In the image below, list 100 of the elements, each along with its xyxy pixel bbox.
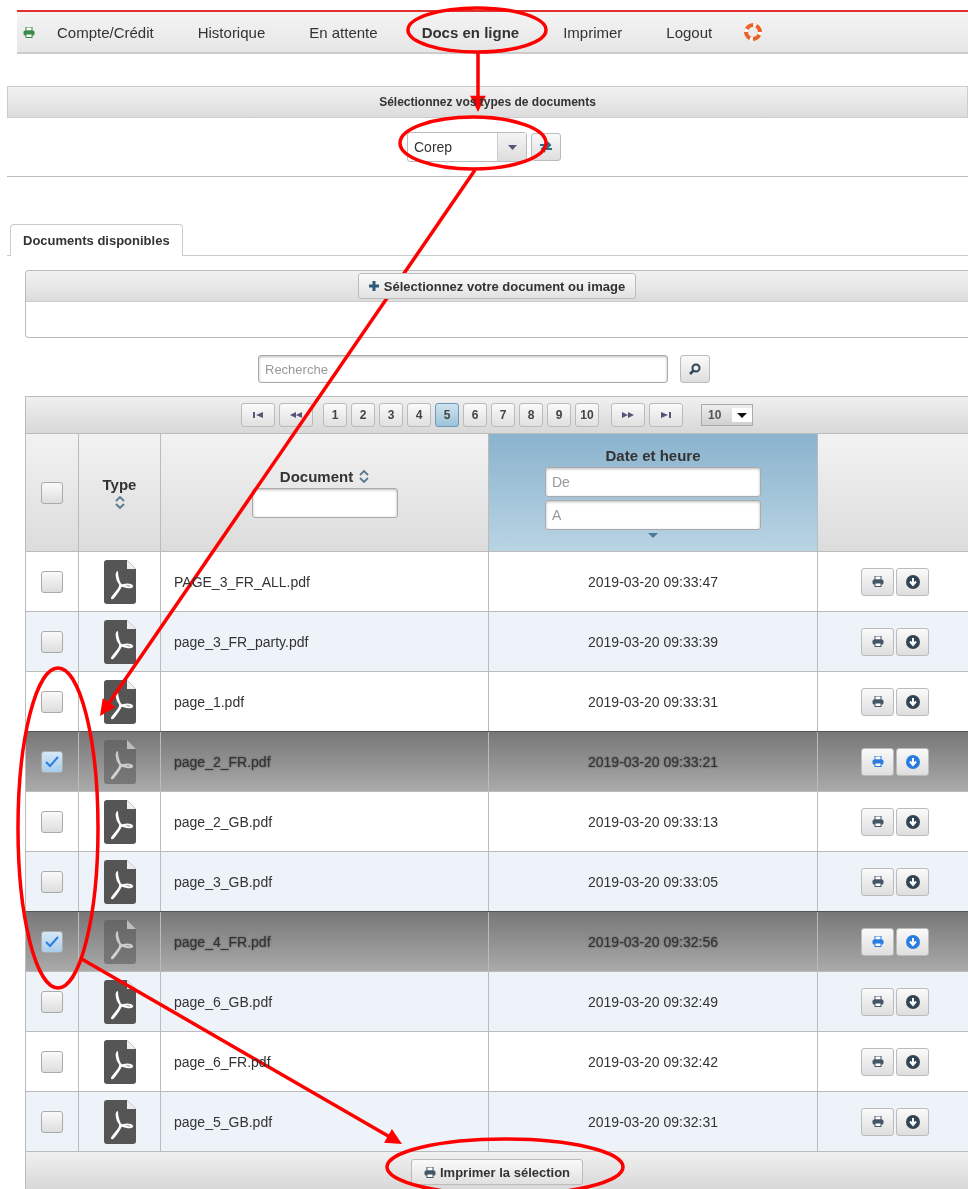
printer-icon: [871, 936, 884, 947]
page-button[interactable]: 6: [463, 403, 487, 427]
first-page-icon: [253, 412, 263, 418]
last-page-button[interactable]: [649, 403, 683, 427]
column-header[interactable]: Date et heure: [605, 447, 701, 464]
page-button[interactable]: 8: [519, 403, 543, 427]
document-name: page_3_GB.pdf: [174, 873, 273, 890]
row-checkbox[interactable]: [41, 930, 63, 953]
menu-item[interactable]: Docs en ligne: [399, 23, 542, 41]
print-button[interactable]: [861, 747, 894, 776]
pdf-file-icon: [103, 559, 136, 604]
next-page-icon: [622, 412, 634, 418]
tab[interactable]: Documents disponibles: [10, 224, 183, 256]
download-icon: [905, 814, 920, 829]
download-icon: [905, 694, 920, 709]
download-button[interactable]: [896, 1047, 929, 1076]
download-button[interactable]: [896, 867, 929, 896]
document-name: page_1.pdf: [174, 693, 245, 710]
page-button[interactable]: 1: [323, 403, 347, 427]
last-page-icon: [661, 412, 671, 418]
upload-button[interactable]: Sélectionnez votre document ou image: [357, 273, 637, 299]
date-from-field[interactable]: De: [545, 467, 761, 497]
document-name: page_4_FR.pdf: [174, 933, 271, 950]
printer-icon: [871, 1116, 884, 1127]
print-button[interactable]: [861, 627, 894, 656]
column-header[interactable]: Document: [279, 467, 354, 485]
search-button[interactable]: [680, 355, 710, 383]
print-button[interactable]: [861, 1047, 894, 1076]
print-button[interactable]: [861, 687, 894, 716]
download-icon: [905, 874, 920, 889]
download-button[interactable]: [896, 987, 929, 1016]
print-button[interactable]: [861, 927, 894, 956]
date-cell: 2019-03-20 09:33:13: [588, 813, 718, 830]
document-name: page_5_GB.pdf: [174, 1113, 273, 1130]
printer-icon: [871, 636, 884, 647]
plus-icon: [368, 281, 379, 291]
page-button[interactable]: 3: [379, 403, 403, 427]
previous-page-button[interactable]: [279, 403, 313, 427]
row-checkbox[interactable]: [41, 810, 63, 833]
first-page-button[interactable]: [241, 403, 275, 427]
print-button[interactable]: [861, 567, 894, 596]
page-size-select[interactable]: 10: [701, 404, 753, 426]
page-button[interactable]: 7: [491, 403, 515, 427]
print-button[interactable]: [861, 807, 894, 836]
date-cell: 2019-03-20 09:33:21: [588, 753, 718, 770]
sort-icon[interactable]: [359, 469, 370, 483]
date-cell: 2019-03-20 09:33:05: [588, 873, 718, 890]
menu-item[interactable]: Historique: [175, 23, 288, 41]
date-cell: 2019-03-20 09:32:31: [588, 1113, 718, 1130]
document-type-select[interactable]: Corep: [407, 132, 527, 162]
row-checkbox[interactable]: [41, 630, 63, 653]
menu-item[interactable]: Imprimer: [541, 23, 645, 41]
date-cell: 2019-03-20 09:32:42: [588, 1053, 718, 1070]
row-checkbox[interactable]: [41, 690, 63, 713]
page-button[interactable]: 2: [351, 403, 375, 427]
row-checkbox[interactable]: [41, 990, 63, 1013]
download-button[interactable]: [896, 807, 929, 836]
lifebuoy-icon[interactable]: [744, 23, 763, 41]
row-checkbox[interactable]: [41, 1050, 63, 1073]
search-field[interactable]: Recherche: [258, 355, 668, 383]
next-page-button[interactable]: [611, 403, 645, 427]
date-cell: 2019-03-20 09:32:56: [588, 933, 718, 950]
document-filter-field[interactable]: [251, 487, 398, 518]
row-checkbox[interactable]: [41, 750, 63, 773]
download-button[interactable]: [896, 687, 929, 716]
print-button[interactable]: [861, 987, 894, 1016]
print-selection-button[interactable]: Imprimer la sélection: [410, 1159, 584, 1185]
row-checkbox[interactable]: [41, 1110, 63, 1133]
print-button[interactable]: [861, 1107, 894, 1136]
menu-item[interactable]: Logout: [644, 23, 735, 41]
date-cell: 2019-03-20 09:32:49: [588, 993, 718, 1010]
row-checkbox[interactable]: [41, 570, 63, 593]
download-button[interactable]: [896, 1107, 929, 1136]
download-button[interactable]: [896, 567, 929, 596]
column-header[interactable]: Type: [102, 476, 137, 493]
menu-item[interactable]: En attente: [287, 23, 400, 41]
page-button[interactable]: 5: [435, 403, 459, 427]
pdf-file-icon: [103, 619, 136, 664]
select-all-checkbox[interactable]: [41, 481, 63, 504]
sort-icon[interactable]: [114, 496, 125, 509]
pdf-file-icon: [103, 739, 136, 784]
printer-icon: [871, 576, 884, 587]
download-icon: [905, 1114, 920, 1129]
date-to-field[interactable]: A: [545, 500, 761, 530]
printer-icon: [423, 1166, 436, 1178]
caret-icon: [507, 144, 517, 150]
page-button[interactable]: 10: [575, 403, 599, 427]
menu-item[interactable]: Compte/Crédit: [35, 23, 176, 41]
page-button[interactable]: 4: [407, 403, 431, 427]
print-button[interactable]: [861, 867, 894, 896]
document-name: page_6_GB.pdf: [174, 993, 273, 1010]
download-button[interactable]: [896, 627, 929, 656]
pdf-file-icon: [103, 1099, 136, 1144]
printer-icon: [871, 996, 884, 1007]
row-checkbox[interactable]: [41, 870, 63, 893]
page-button[interactable]: 9: [547, 403, 571, 427]
pdf-file-icon: [103, 979, 136, 1024]
pdf-file-icon: [103, 859, 136, 904]
pdf-file-icon: [103, 919, 136, 964]
date-cell: 2019-03-20 09:33:39: [588, 633, 718, 650]
